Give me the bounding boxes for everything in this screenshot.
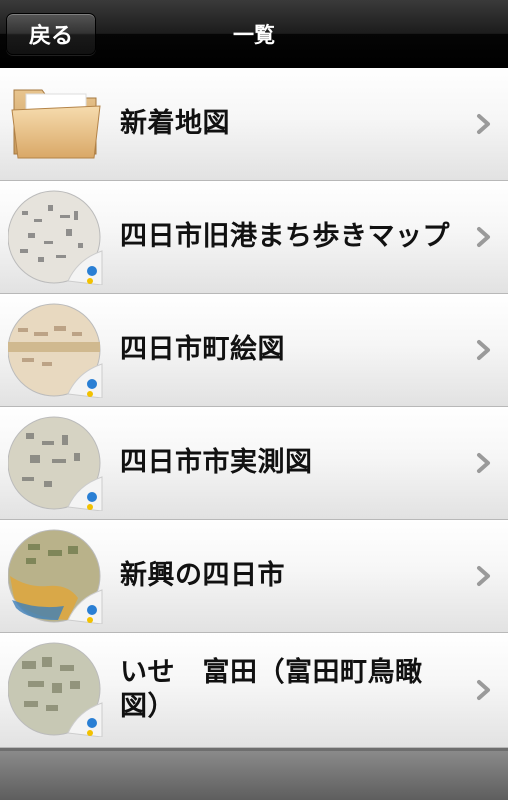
map-list: 新着地図 四日市旧港まち歩きマップ 四日市町絵図 四日市市実測図 新興の四日市 … bbox=[0, 68, 508, 748]
list-item-label: 新興の四日市 bbox=[120, 560, 285, 591]
chevron-right-icon bbox=[477, 566, 490, 586]
list-item-yokkaichi-city-survey-map[interactable]: 四日市市実測図 bbox=[0, 407, 508, 520]
map-thumbnail-icon bbox=[8, 190, 103, 285]
list-item-ise-tomida[interactable]: いせ 富田（富田町鳥瞰図） bbox=[0, 633, 508, 748]
list-item-new-yokkaichi[interactable]: 新興の四日市 bbox=[0, 520, 508, 633]
chevron-right-icon bbox=[477, 680, 490, 700]
list-item-label: 四日市旧港まち歩きマップ bbox=[120, 221, 450, 252]
list-item-new-maps[interactable]: 新着地図 bbox=[0, 68, 508, 181]
chevron-right-icon bbox=[477, 114, 490, 134]
folder-icon bbox=[11, 89, 101, 159]
chevron-right-icon bbox=[477, 453, 490, 473]
list-item-label: 四日市市実測図 bbox=[120, 447, 313, 478]
list-item-label: 四日市町絵図 bbox=[120, 334, 285, 365]
chevron-right-icon bbox=[477, 340, 490, 360]
list-item-label: 新着地図 bbox=[120, 108, 230, 139]
map-thumbnail-icon bbox=[8, 416, 103, 511]
map-thumbnail-icon bbox=[8, 303, 103, 398]
list-item-yokkaichi-old-port-walking-map[interactable]: 四日市旧港まち歩きマップ bbox=[0, 181, 508, 294]
map-thumbnail-icon bbox=[8, 642, 103, 737]
navigation-bar: 戻る 一覧 bbox=[0, 0, 508, 68]
map-thumbnail-icon bbox=[8, 529, 103, 624]
back-button[interactable]: 戻る bbox=[6, 13, 96, 55]
bottom-toolbar bbox=[0, 751, 508, 800]
list-item-label: いせ 富田（富田町鳥瞰図） bbox=[120, 657, 423, 722]
list-item-yokkaichi-town-picture-map[interactable]: 四日市町絵図 bbox=[0, 294, 508, 407]
chevron-right-icon bbox=[477, 227, 490, 247]
